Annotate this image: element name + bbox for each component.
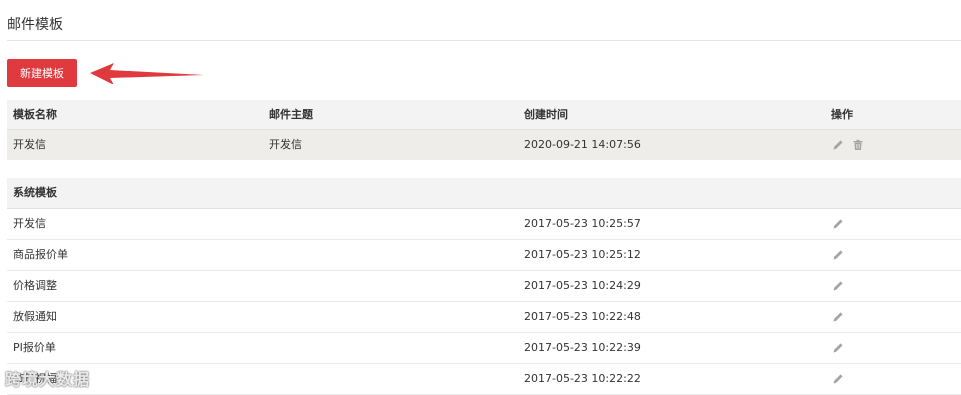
title-divider bbox=[7, 40, 961, 41]
pencil-icon[interactable] bbox=[832, 342, 844, 354]
column-header-created: 创建时间 bbox=[524, 108, 568, 121]
row-subject: 开发信 bbox=[269, 138, 302, 151]
watermark: 跨境大数据 bbox=[5, 370, 91, 389]
trash-icon[interactable] bbox=[852, 139, 864, 151]
new-template-button[interactable]: 新建模板 bbox=[7, 59, 77, 87]
row-name: 开发信 bbox=[13, 138, 46, 151]
section-label: 系统模板 bbox=[13, 186, 57, 199]
row-created: 2017-05-23 10:22:48 bbox=[524, 310, 641, 323]
row-created: 2017-05-23 10:25:57 bbox=[524, 217, 641, 230]
table-row: 开发信 2017-05-23 10:25:57 bbox=[7, 209, 961, 240]
table-row: PI报价单 2017-05-23 10:22:39 bbox=[7, 333, 961, 364]
row-created: 2020-09-21 14:07:56 bbox=[524, 138, 641, 151]
column-header-subject: 邮件主题 bbox=[269, 108, 313, 121]
table-row: 放假通知 2017-05-23 10:22:48 bbox=[7, 302, 961, 333]
system-template-list: 开发信 2017-05-23 10:25:57 商品报价单 2017-05-23… bbox=[7, 209, 961, 395]
table-row: 开发信 开发信 2020-09-21 14:07:56 bbox=[7, 130, 961, 160]
row-created: 2017-05-23 10:24:29 bbox=[524, 279, 641, 292]
row-name: PI报价单 bbox=[13, 341, 56, 354]
pencil-icon[interactable] bbox=[832, 139, 844, 151]
table-row: 商品报价单 2017-05-23 10:25:12 bbox=[7, 240, 961, 271]
pencil-icon[interactable] bbox=[832, 373, 844, 385]
pencil-icon[interactable] bbox=[832, 249, 844, 261]
row-name: 商品报价单 bbox=[13, 248, 68, 261]
row-created: 2017-05-23 10:25:12 bbox=[524, 248, 641, 261]
column-header-name: 模板名称 bbox=[13, 108, 57, 121]
table-row: 节日祝福 2017-05-23 10:22:22 bbox=[7, 364, 961, 395]
system-section-header: 系统模板 bbox=[7, 178, 961, 209]
row-name: 放假通知 bbox=[13, 310, 57, 323]
row-name: 开发信 bbox=[13, 217, 46, 230]
red-arrow-icon bbox=[90, 63, 204, 84]
column-header-actions: 操作 bbox=[831, 108, 853, 121]
pencil-icon[interactable] bbox=[832, 218, 844, 230]
pencil-icon[interactable] bbox=[832, 280, 844, 292]
page-title: 邮件模板 bbox=[7, 17, 63, 33]
row-created: 2017-05-23 10:22:39 bbox=[524, 341, 641, 354]
row-name: 价格调整 bbox=[13, 279, 57, 292]
table-header: 模板名称 邮件主题 创建时间 操作 bbox=[7, 100, 961, 130]
pencil-icon[interactable] bbox=[832, 311, 844, 323]
table-row: 价格调整 2017-05-23 10:24:29 bbox=[7, 271, 961, 302]
row-created: 2017-05-23 10:22:22 bbox=[524, 372, 641, 385]
